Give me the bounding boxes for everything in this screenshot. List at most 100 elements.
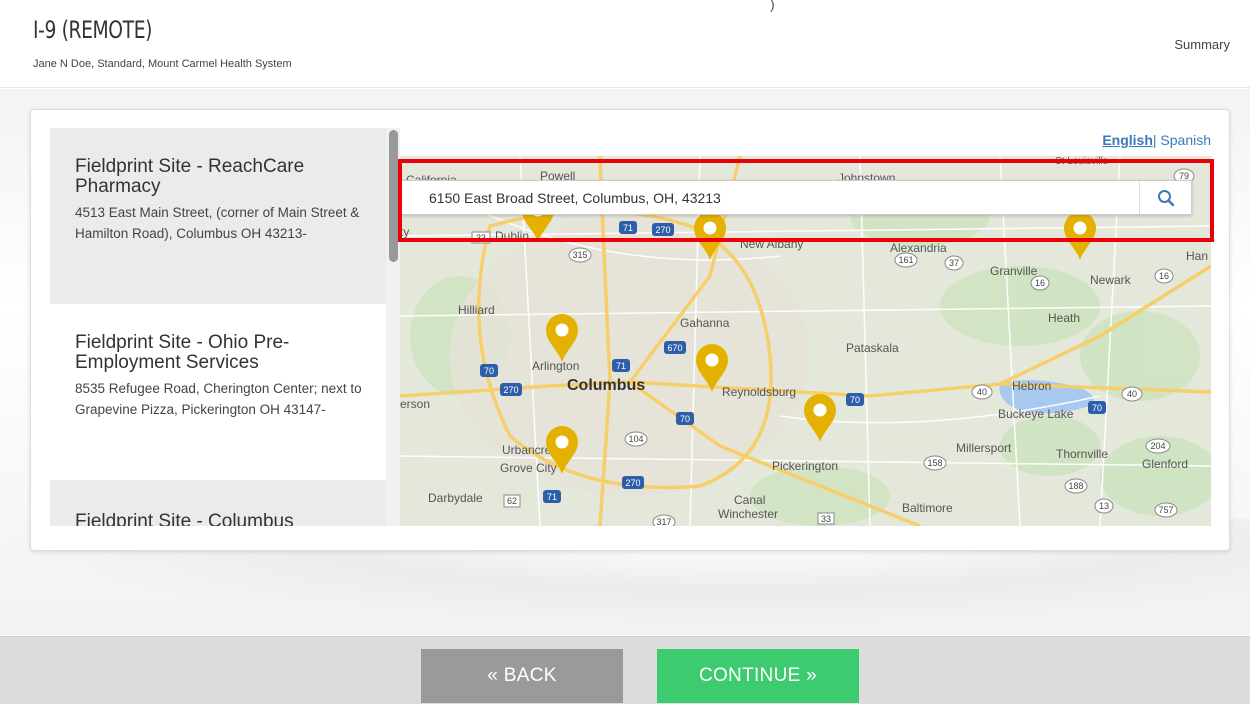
svg-text:71: 71 bbox=[547, 492, 557, 502]
map-label-alexandria: Alexandria bbox=[890, 241, 947, 255]
route-shield: 33 bbox=[817, 512, 835, 525]
map-label-gahanna: Gahanna bbox=[680, 316, 730, 330]
site-list[interactable]: Fieldprint Site - ReachCare Pharmacy 451… bbox=[50, 128, 388, 526]
route-shield: 16 bbox=[1030, 275, 1050, 291]
map-label-columbus: Columbus bbox=[567, 377, 645, 394]
svg-text:71: 71 bbox=[616, 361, 626, 371]
page-subtitle: Jane N Doe, Standard, Mount Carmel Healt… bbox=[33, 58, 292, 70]
route-shield: 158 bbox=[923, 455, 947, 471]
svg-text:37: 37 bbox=[949, 258, 959, 268]
route-shield: 71 bbox=[619, 221, 637, 234]
svg-text:62: 62 bbox=[507, 496, 517, 506]
language-english-link[interactable]: English bbox=[1102, 132, 1153, 148]
summary-link[interactable]: Summary bbox=[1174, 37, 1230, 52]
svg-text:40: 40 bbox=[977, 387, 987, 397]
list-item[interactable]: Fieldprint Site - Columbus bbox=[50, 480, 388, 526]
page-title: I-9 (REMOTE) bbox=[33, 16, 153, 44]
route-shield: 161 bbox=[894, 252, 918, 268]
svg-text:757: 757 bbox=[1158, 505, 1173, 515]
site-name: Fieldprint Site - Columbus bbox=[75, 511, 294, 527]
list-scrollbar[interactable] bbox=[386, 128, 400, 526]
map-label-granville: Granville bbox=[990, 264, 1038, 278]
site-address: 4513 East Main Street, (corner of Main S… bbox=[75, 205, 360, 241]
route-shield: 71 bbox=[543, 490, 561, 503]
svg-text:104: 104 bbox=[628, 434, 643, 444]
svg-text:315: 315 bbox=[572, 250, 587, 260]
route-shield: 40 bbox=[1121, 386, 1143, 402]
route-shield: 270 bbox=[652, 223, 674, 236]
map-label-winchester: Winchester bbox=[718, 507, 778, 521]
map-label-newark: Newark bbox=[1090, 273, 1132, 287]
continue-button[interactable]: CONTINUE » bbox=[657, 649, 859, 703]
svg-text:317: 317 bbox=[656, 517, 671, 526]
route-shield: 70 bbox=[846, 393, 864, 406]
svg-text:16: 16 bbox=[1035, 278, 1045, 288]
svg-text:33: 33 bbox=[476, 233, 486, 243]
page-header: ) I-9 (REMOTE) Jane N Doe, Standard, Mou… bbox=[0, 0, 1250, 88]
svg-text:270: 270 bbox=[503, 385, 518, 395]
map-label-buckeye-lake: Buckeye Lake bbox=[998, 407, 1074, 421]
route-shield: 315 bbox=[568, 247, 592, 263]
map-label-baltimore: Baltimore bbox=[902, 501, 953, 515]
map-label-ty: ty bbox=[400, 225, 409, 239]
language-separator: | bbox=[1152, 132, 1157, 148]
language-spanish-link[interactable]: Spanish bbox=[1160, 132, 1211, 148]
route-shield: 70 bbox=[1088, 401, 1106, 414]
route-shield: 62 bbox=[503, 494, 521, 508]
route-shield: 270 bbox=[622, 476, 644, 489]
svg-text:70: 70 bbox=[850, 395, 860, 405]
map-label-st-louisville: St Louisville bbox=[1055, 156, 1109, 167]
svg-text:204: 204 bbox=[1150, 441, 1165, 451]
map-label-han: Han bbox=[1186, 249, 1208, 263]
map-label-glenford: Glenford bbox=[1142, 457, 1188, 471]
svg-text:70: 70 bbox=[1092, 403, 1102, 413]
map-label-hebron: Hebron bbox=[1012, 379, 1051, 393]
search-icon bbox=[1157, 189, 1174, 206]
site-name: Fieldprint Site - Ohio Pre-Employment Se… bbox=[75, 332, 290, 373]
list-item[interactable]: Fieldprint Site - Ohio Pre-Employment Se… bbox=[50, 304, 388, 480]
svg-text:13: 13 bbox=[1099, 501, 1109, 511]
route-shield: 71 bbox=[612, 359, 630, 372]
corner-mark: ) bbox=[770, 0, 775, 12]
route-shield: 757 bbox=[1154, 502, 1178, 518]
site-name: Fieldprint Site - ReachCare Pharmacy bbox=[75, 156, 305, 197]
route-shield: 70 bbox=[676, 412, 694, 425]
map-label-dublin: Dublin bbox=[495, 229, 529, 243]
route-shield: 13 bbox=[1094, 498, 1114, 514]
search-button[interactable] bbox=[1139, 181, 1191, 214]
map-label-canal: Canal bbox=[734, 493, 765, 507]
svg-text:70: 70 bbox=[680, 414, 690, 424]
route-shield: 37 bbox=[944, 255, 964, 271]
map-label-pataskala: Pataskala bbox=[846, 341, 899, 355]
map-label-hilliard: Hilliard bbox=[458, 303, 495, 317]
list-item[interactable]: Fieldprint Site - ReachCare Pharmacy 451… bbox=[50, 128, 388, 304]
route-shield: 104 bbox=[624, 431, 648, 447]
route-shield: 70 bbox=[480, 364, 498, 377]
map-label-heath: Heath bbox=[1048, 311, 1080, 325]
map-label-pickerington: Pickerington bbox=[772, 459, 838, 473]
svg-text:33: 33 bbox=[821, 514, 831, 524]
route-shield: 188 bbox=[1064, 478, 1088, 494]
location-card: Fieldprint Site - ReachCare Pharmacy 451… bbox=[30, 109, 1230, 551]
map-label-reynoldsburg: Reynoldsburg bbox=[722, 385, 796, 399]
content-area: Fieldprint Site - ReachCare Pharmacy 451… bbox=[0, 89, 1250, 635]
map-label-thornville: Thornville bbox=[1056, 447, 1108, 461]
language-toggle: English| Spanish bbox=[1102, 132, 1211, 148]
route-shield: 16 bbox=[1154, 268, 1174, 284]
svg-text:270: 270 bbox=[655, 225, 670, 235]
route-shield: 670 bbox=[664, 341, 686, 354]
back-button[interactable]: « BACK bbox=[421, 649, 623, 703]
route-shield: 317 bbox=[652, 514, 676, 526]
svg-text:40: 40 bbox=[1127, 389, 1137, 399]
scrollbar-thumb[interactable] bbox=[389, 130, 398, 262]
address-search-input[interactable] bbox=[401, 181, 1139, 214]
map-label-darbydale: Darbydale bbox=[428, 491, 483, 505]
route-shield: 40 bbox=[971, 384, 993, 400]
svg-text:270: 270 bbox=[625, 478, 640, 488]
svg-text:71: 71 bbox=[623, 223, 633, 233]
map-label-arlington: Arlington bbox=[532, 359, 579, 373]
map-label-grove-city: Grove City bbox=[500, 461, 557, 475]
svg-text:161: 161 bbox=[898, 255, 913, 265]
page-footer: « BACK CONTINUE » bbox=[0, 636, 1250, 704]
svg-text:158: 158 bbox=[927, 458, 942, 468]
